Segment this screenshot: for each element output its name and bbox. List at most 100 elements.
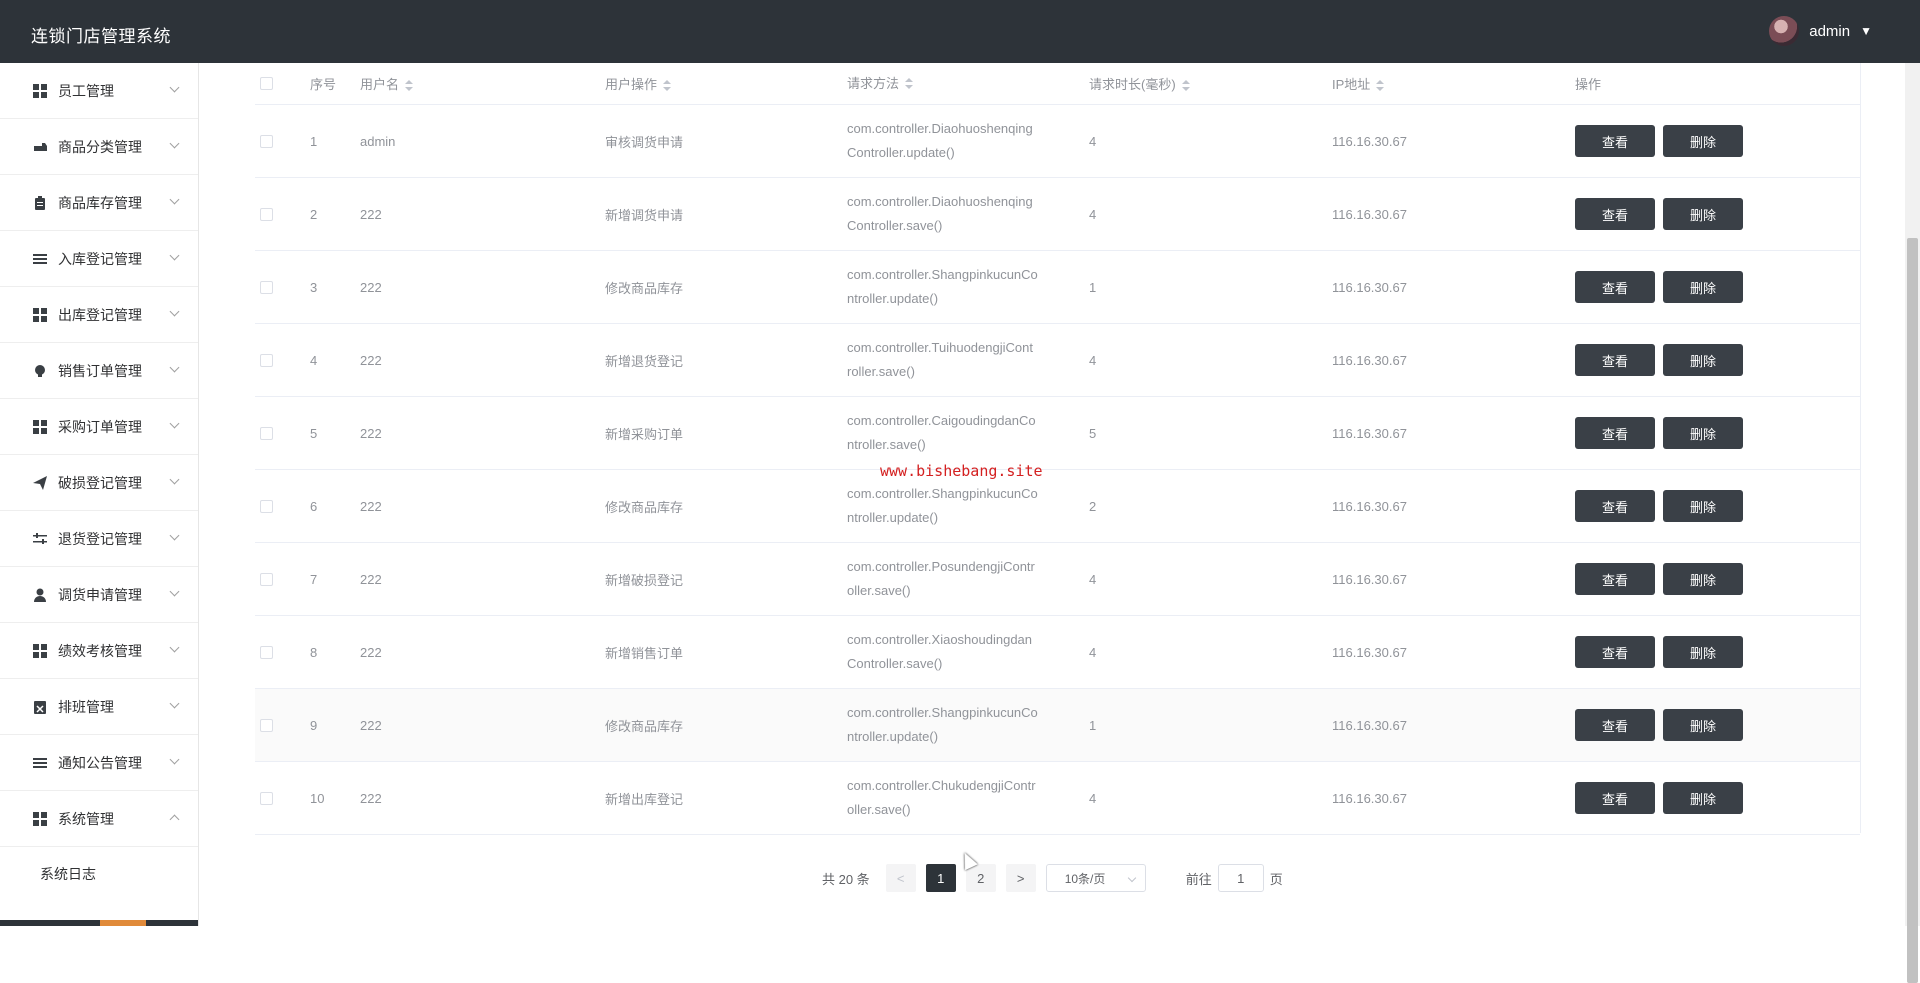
col-header-method[interactable]: 请求方法 <box>847 72 1089 96</box>
delete-button[interactable]: 删除 <box>1663 709 1743 741</box>
row-checkbox[interactable] <box>260 791 273 805</box>
sort-icon[interactable] <box>663 79 672 92</box>
view-button[interactable]: 查看 <box>1575 490 1655 522</box>
col-header-op[interactable]: 用户操作 <box>605 74 847 93</box>
row-checkbox[interactable] <box>260 645 273 659</box>
avatar[interactable] <box>1769 16 1800 46</box>
row-checkbox[interactable] <box>260 499 273 513</box>
page-1-button[interactable]: 1 <box>925 864 956 892</box>
row-checkbox[interactable] <box>260 280 273 294</box>
view-button[interactable]: 查看 <box>1575 563 1655 595</box>
delete-button[interactable]: 删除 <box>1663 782 1743 814</box>
cell-no: 10 <box>310 790 325 806</box>
sidebar-item-7[interactable]: 采购订单管理 <box>0 399 198 455</box>
cell-no: 4 <box>310 352 318 368</box>
cell-duration: 2 <box>1089 498 1097 514</box>
delete-button[interactable]: 删除 <box>1663 490 1743 522</box>
sidebar-item-5[interactable]: 出库登记管理 <box>0 287 198 343</box>
cell-user: 222 <box>360 352 382 368</box>
row-checkbox[interactable] <box>260 207 273 221</box>
cell-actions: 查看 删除 <box>1575 636 1835 668</box>
sidebar-item-2[interactable]: 商品分类管理 <box>0 119 198 175</box>
sidebar-item-label: 销售订单管理 <box>58 362 142 379</box>
cell-ip: 116.16.30.67 <box>1332 425 1407 441</box>
cell-method: com.controller.Diaohuoshenqing Controller… <box>847 194 1033 233</box>
page-size-select[interactable]: 10条/页 <box>1045 864 1146 892</box>
next-page-button[interactable]: > <box>1005 864 1036 892</box>
select-all-checkbox[interactable] <box>260 77 273 90</box>
sort-icon[interactable] <box>1181 79 1190 92</box>
goto-suffix: 页 <box>1269 871 1283 887</box>
grid-icon <box>33 643 47 658</box>
username[interactable]: admin <box>1809 23 1850 40</box>
sidebar-item-6[interactable]: 销售订单管理 <box>0 343 198 399</box>
view-button[interactable]: 查看 <box>1575 782 1655 814</box>
user-menu[interactable]: admin ▼ <box>1769 16 1872 46</box>
view-button[interactable]: 查看 <box>1575 125 1655 157</box>
sidebar-item-4[interactable]: 入库登记管理 <box>0 231 198 287</box>
row-checkbox[interactable] <box>260 718 273 732</box>
view-button[interactable]: 查看 <box>1575 198 1655 230</box>
col-header-duration[interactable]: 请求时长(毫秒) <box>1089 74 1332 93</box>
sidebar-item-label: 员工管理 <box>58 82 114 99</box>
cell-user: 222 <box>360 717 382 733</box>
cell-duration: 5 <box>1089 425 1097 441</box>
sidebar-item-3[interactable]: 商品库存管理 <box>0 175 198 231</box>
cell-actions: 查看 删除 <box>1575 125 1835 157</box>
sidebar-item-13[interactable]: 通知公告管理 <box>0 735 198 791</box>
sidebar-item-label: 排班管理 <box>58 698 114 715</box>
sort-icon[interactable] <box>1376 79 1385 92</box>
row-checkbox[interactable] <box>260 572 273 586</box>
log-table: 序号 用户名 用户操作 请求方法 请求时长(毫秒) IP地址 操作 1 admin… <box>255 63 1860 835</box>
view-button[interactable]: 查看 <box>1575 709 1655 741</box>
cell-no: 6 <box>310 498 318 514</box>
col-header-ip[interactable]: IP地址 <box>1332 74 1575 93</box>
sidebar-item-12[interactable]: 排班管理 <box>0 679 198 735</box>
chevron-down-icon <box>169 194 180 205</box>
sidebar-item-14[interactable]: 系统管理 <box>0 791 198 847</box>
pagination: 共 20 条 < 1 2 > 10条/页 前往 页 <box>822 864 1283 892</box>
send-icon <box>33 475 47 490</box>
row-checkbox[interactable] <box>260 134 273 148</box>
sidebar-item-8[interactable]: 破损登记管理 <box>0 455 198 511</box>
delete-button[interactable]: 删除 <box>1663 417 1743 449</box>
row-checkbox[interactable] <box>260 353 273 367</box>
chevron-down-icon <box>169 306 180 317</box>
cell-ip: 116.16.30.67 <box>1332 790 1407 806</box>
sidebar-item-label: 商品分类管理 <box>58 138 142 155</box>
cell-duration: 4 <box>1089 571 1097 587</box>
delete-button[interactable]: 删除 <box>1663 563 1743 595</box>
view-button[interactable]: 查看 <box>1575 271 1655 303</box>
delete-button[interactable]: 删除 <box>1663 636 1743 668</box>
delete-button[interactable]: 删除 <box>1663 198 1743 230</box>
delete-button[interactable]: 删除 <box>1663 271 1743 303</box>
prev-page-button[interactable]: < <box>885 864 916 892</box>
cell-actions: 查看 删除 <box>1575 344 1835 376</box>
table-row: 10 222 新增出库登记 com.controller.ChukudengjiCon… <box>255 762 1860 835</box>
col-header-user[interactable]: 用户名 <box>360 74 605 93</box>
cell-op: 新增破损登记 <box>605 572 684 588</box>
caret-down-icon[interactable]: ▼ <box>1860 24 1872 38</box>
cell-duration: 4 <box>1089 790 1097 806</box>
sidebar-item-10[interactable]: 调货申请管理 <box>0 567 198 623</box>
chevron-down-icon <box>169 586 180 597</box>
view-button[interactable]: 查看 <box>1575 636 1655 668</box>
sort-icon[interactable] <box>405 79 414 92</box>
delete-button[interactable]: 删除 <box>1663 125 1743 157</box>
sidebar-subitem-system-log[interactable]: 系统日志 <box>0 847 198 901</box>
scrollbar-thumb[interactable] <box>1907 238 1918 983</box>
view-button[interactable]: 查看 <box>1575 417 1655 449</box>
scrollbar[interactable] <box>1905 63 1920 983</box>
cell-duration: 1 <box>1089 717 1097 733</box>
delete-button[interactable]: 删除 <box>1663 344 1743 376</box>
view-button[interactable]: 查看 <box>1575 344 1655 376</box>
sidebar-item-9[interactable]: 退货登记管理 <box>0 511 198 567</box>
goto-page-input[interactable] <box>1217 864 1264 892</box>
page-2-button[interactable]: 2 <box>965 864 996 892</box>
cell-ip: 116.16.30.67 <box>1332 498 1407 514</box>
sidebar-item-1[interactable]: 员工管理 <box>0 63 198 119</box>
sort-icon[interactable] <box>905 78 914 90</box>
sidebar-item-label: 调货申请管理 <box>58 586 142 603</box>
row-checkbox[interactable] <box>260 426 273 440</box>
sidebar-item-11[interactable]: 绩效考核管理 <box>0 623 198 679</box>
